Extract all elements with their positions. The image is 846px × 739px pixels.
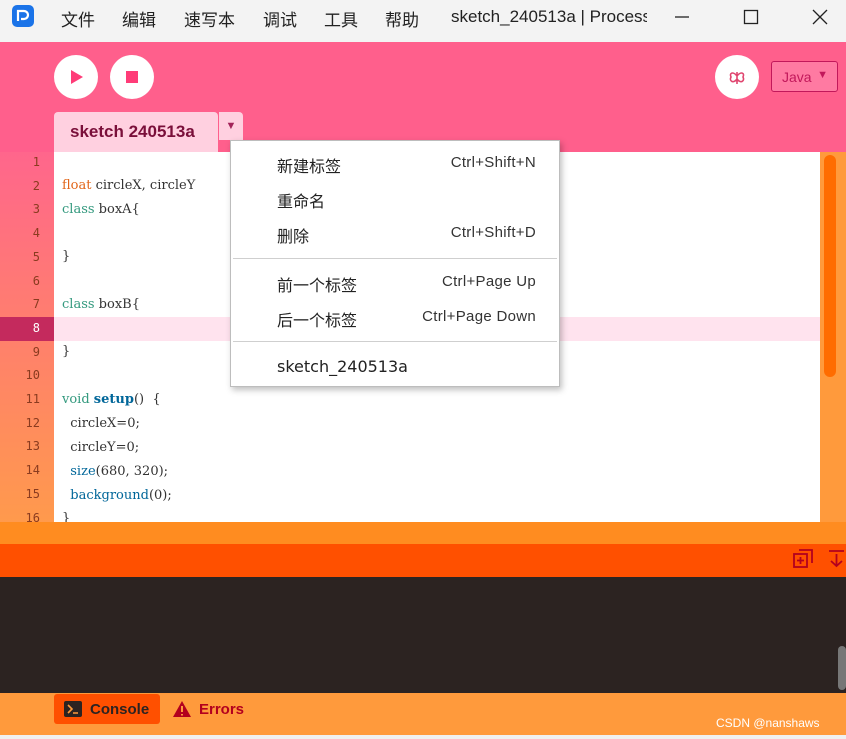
menu-sketch[interactable]: 速写本 — [184, 6, 235, 31]
menu-item-sketch-tab[interactable]: sketch_240513a — [231, 349, 559, 383]
code-line-5: } — [62, 249, 71, 264]
console-tab[interactable]: Console — [54, 694, 160, 724]
copy-icon[interactable] — [793, 549, 813, 569]
chevron-down-icon: ▼ — [817, 69, 828, 81]
menu-separator — [233, 341, 557, 342]
line-number: 6 — [32, 273, 40, 288]
code-line-11: void setup() { — [62, 392, 161, 407]
menu-item-rename[interactable]: 重命名 — [231, 180, 559, 214]
stop-icon — [126, 71, 138, 83]
play-icon — [71, 70, 83, 84]
menu-item-previous-tab[interactable]: 前一个标签 Ctrl+Page Up — [231, 264, 559, 298]
line-number: 14 — [25, 463, 40, 478]
menu-item-shortcut: Ctrl+Shift+D — [450, 224, 536, 241]
butterfly-icon — [729, 72, 745, 84]
minimize-icon — [675, 16, 689, 18]
line-number: 3 — [32, 202, 40, 217]
run-button[interactable] — [54, 55, 98, 99]
tab-menu-arrow-button[interactable]: ▼ — [219, 112, 243, 140]
processing-app-icon — [12, 5, 34, 27]
code-line-3: class boxA{ — [62, 202, 140, 217]
close-button[interactable] — [797, 0, 843, 34]
line-number: 15 — [25, 486, 40, 501]
menu-item-label: 重命名 — [277, 192, 326, 211]
maximize-icon — [743, 9, 759, 25]
collapse-console-icon[interactable] — [827, 549, 846, 569]
tab-label: sketch 240513a — [70, 122, 195, 141]
line-number: 13 — [25, 439, 40, 454]
line-number: 11 — [25, 392, 40, 406]
editor-console-divider[interactable] — [0, 522, 846, 544]
mode-label: Java — [782, 69, 812, 85]
watermark-text: CSDN @nanshaws — [716, 716, 820, 730]
code-line-15: background(0); — [70, 488, 172, 503]
menu-item-shortcut: Ctrl+Page Down — [422, 308, 536, 325]
console-header — [0, 544, 846, 577]
menu-edit[interactable]: 编辑 — [122, 6, 156, 31]
warning-icon — [173, 701, 191, 717]
errors-tab-label: Errors — [199, 701, 245, 718]
menu-help[interactable]: 帮助 — [385, 6, 419, 31]
mode-select[interactable]: Java ▼ — [771, 61, 838, 92]
code-line-13: circleY=0; — [62, 440, 140, 455]
menu-item-label: 前一个标签 — [277, 276, 358, 295]
console-scrollbar-thumb[interactable] — [838, 646, 846, 690]
editor-scrollbar-thumb[interactable] — [824, 155, 836, 377]
window-bottom-edge — [0, 735, 846, 739]
line-number: 2 — [32, 178, 40, 193]
tab-sketch[interactable]: sketch 240513a — [54, 112, 218, 152]
maximize-button[interactable] — [728, 0, 774, 34]
minimize-button[interactable] — [659, 0, 705, 34]
line-number: 9 — [32, 344, 40, 359]
toolbar: Java ▼ sketch 240513a ▼ — [0, 42, 846, 152]
menu-item-next-tab[interactable]: 后一个标签 Ctrl+Page Down — [231, 299, 559, 333]
menu-item-label: 删除 — [277, 227, 310, 246]
line-number: 1 — [32, 155, 40, 169]
console-output[interactable] — [0, 577, 835, 693]
menu-item-label: 新建标签 — [277, 157, 342, 176]
debug-button[interactable] — [715, 55, 759, 99]
menu-item-label: 后一个标签 — [277, 311, 358, 330]
menu-tools[interactable]: 工具 — [324, 6, 358, 31]
title-bar: 文件 编辑 速写本 调试 工具 帮助 sketch_240513a | Proc… — [0, 0, 846, 42]
console-tab-label: Console — [90, 701, 150, 718]
code-line-7: class boxB{ — [62, 297, 140, 312]
menu-separator — [233, 258, 557, 259]
menu-item-new-tab[interactable]: 新建标签 Ctrl+Shift+N — [231, 145, 559, 179]
menu-item-shortcut: Ctrl+Shift+N — [450, 154, 536, 171]
close-icon — [812, 9, 828, 25]
menu-file[interactable]: 文件 — [61, 6, 95, 31]
menu-debug[interactable]: 调试 — [263, 6, 297, 31]
window-title: sketch_240513a | Processing 4.3 — [451, 7, 647, 26]
line-number: 8 — [32, 320, 40, 335]
menu-item-delete[interactable]: 删除 Ctrl+Shift+D — [231, 215, 559, 249]
code-line-2: float circleX, circleY — [62, 178, 196, 193]
menu-item-label: sketch_240513a — [277, 357, 408, 376]
line-number: 10 — [25, 368, 40, 383]
tab-context-menu: 新建标签 Ctrl+Shift+N 重命名 删除 Ctrl+Shift+D 前一… — [230, 140, 560, 387]
menu-item-shortcut: Ctrl+Page Up — [441, 273, 536, 290]
line-number: 5 — [32, 249, 40, 264]
code-line-9: } — [62, 344, 71, 359]
line-number: 12 — [25, 415, 40, 430]
terminal-icon — [64, 701, 82, 717]
stop-button[interactable] — [110, 55, 154, 99]
code-line-14: size(680, 320); — [70, 464, 169, 479]
code-line-12: circleX=0; — [62, 416, 140, 431]
line-number: 7 — [32, 297, 40, 312]
line-number: 4 — [32, 226, 40, 241]
